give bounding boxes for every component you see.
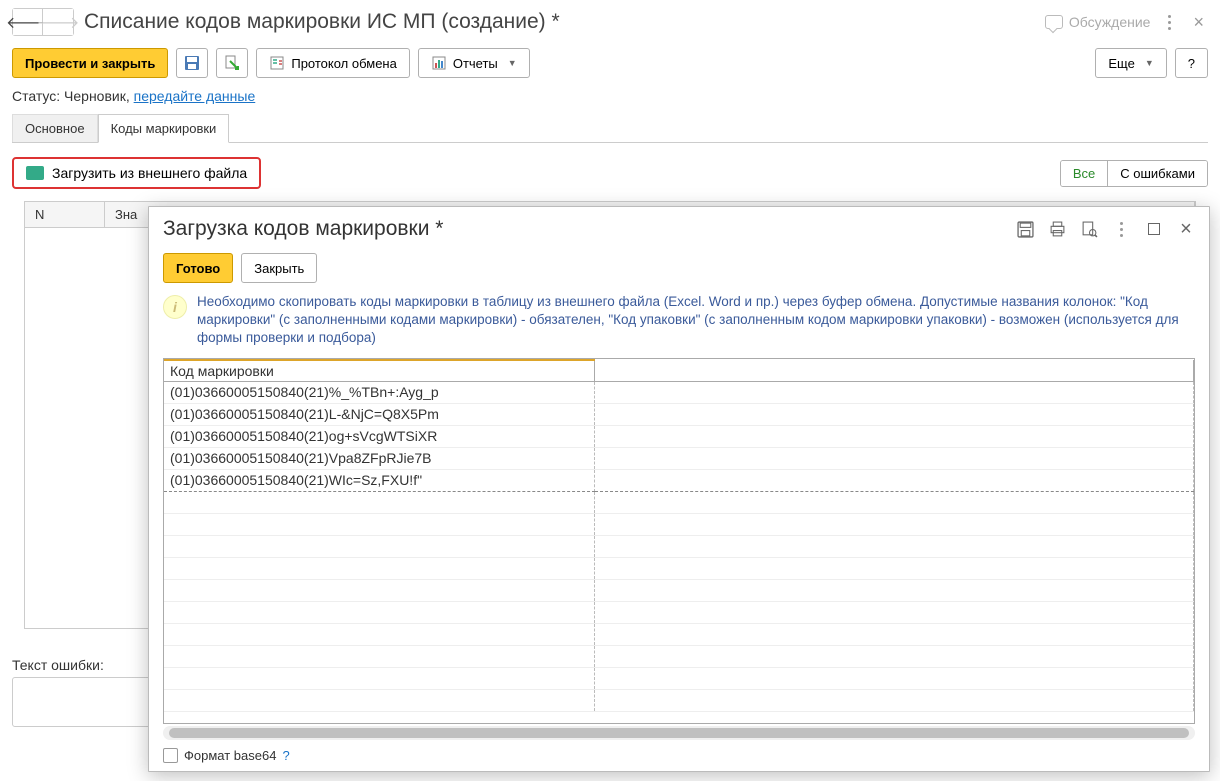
- filter-group: Все С ошибками: [1060, 160, 1208, 187]
- dialog-table[interactable]: Код маркировки (01)03660005150840(21)%_%…: [163, 358, 1195, 724]
- dialog-close-icon[interactable]: ×: [1177, 220, 1195, 238]
- discuss-label: Обсуждение: [1069, 14, 1151, 30]
- upload-dialog: Загрузка кодов маркировки * × Готово Зак…: [148, 206, 1210, 772]
- dialog-title: Загрузка кодов маркировки *: [163, 217, 1016, 241]
- file-icon: [26, 166, 44, 180]
- header: 🡐 🡒 Списание кодов маркировки ИС МП (соз…: [0, 0, 1220, 44]
- cell-code[interactable]: (01)03660005150840(21)og+sVcgWTSiXR: [164, 425, 594, 447]
- info-icon: i: [163, 295, 187, 319]
- cell-empty[interactable]: [594, 403, 1194, 425]
- tab-main[interactable]: Основное: [12, 114, 98, 142]
- protocol-button[interactable]: Протокол обмена: [256, 48, 410, 78]
- dialog-footer: Формат base64 ?: [149, 740, 1209, 771]
- column-marking-code[interactable]: Код маркировки: [164, 360, 594, 382]
- done-button[interactable]: Готово: [163, 253, 233, 283]
- reports-button[interactable]: Отчеты ▼: [418, 48, 530, 78]
- filter-errors-button[interactable]: С ошибками: [1108, 161, 1207, 186]
- save-button[interactable]: [176, 48, 208, 78]
- table-row[interactable]: [164, 623, 1194, 645]
- tabs: Основное Коды маркировки: [12, 114, 1208, 143]
- table-row[interactable]: [164, 689, 1194, 711]
- page-title: Списание кодов маркировки ИС МП (создани…: [84, 10, 1035, 34]
- cell-code[interactable]: (01)03660005150840(21)WIc=Sz,FXU!f": [164, 469, 594, 491]
- base64-checkbox[interactable]: [163, 748, 178, 763]
- info-panel: i Необходимо скопировать коды маркировки…: [149, 293, 1209, 358]
- chevron-down-icon: ▼: [508, 58, 517, 68]
- tab-codes[interactable]: Коды маркировки: [98, 114, 230, 143]
- table-row[interactable]: [164, 601, 1194, 623]
- post-and-close-button[interactable]: Провести и закрыть: [12, 48, 168, 78]
- upload-from-file-button[interactable]: Загрузить из внешнего файла: [12, 157, 261, 189]
- dialog-preview-icon[interactable]: [1080, 220, 1098, 238]
- help-button[interactable]: ?: [1175, 48, 1208, 78]
- table-row[interactable]: [164, 557, 1194, 579]
- more-label: Еще: [1108, 56, 1134, 71]
- horizontal-scrollbar[interactable]: [163, 726, 1195, 740]
- column-n[interactable]: N: [25, 202, 105, 227]
- cell-empty[interactable]: [594, 469, 1194, 491]
- reports-icon: [431, 55, 447, 71]
- table-row[interactable]: (01)03660005150840(21)L-&NjC=Q8X5Pm: [164, 403, 1194, 425]
- status-link[interactable]: передайте данные: [134, 88, 256, 104]
- dialog-save-icon[interactable]: [1016, 220, 1034, 238]
- nav-forward-button[interactable]: 🡒: [43, 9, 73, 35]
- status-row: Статус: Черновик, передайте данные: [0, 88, 1220, 114]
- cell-code[interactable]: (01)03660005150840(21)L-&NjC=Q8X5Pm: [164, 403, 594, 425]
- protocol-icon: [269, 55, 285, 71]
- table-row[interactable]: (01)03660005150840(21)WIc=Sz,FXU!f": [164, 469, 1194, 491]
- table-row[interactable]: (01)03660005150840(21)Vpa8ZFpRJie7B: [164, 447, 1194, 469]
- toolbar: Провести и закрыть Протокол обмена Отчет…: [0, 44, 1220, 88]
- reports-label: Отчеты: [453, 56, 498, 71]
- upload-label: Загрузить из внешнего файла: [52, 165, 247, 181]
- dialog-maximize-icon[interactable]: [1145, 220, 1163, 238]
- status-label: Статус:: [12, 88, 60, 104]
- post-icon: [224, 55, 240, 71]
- dialog-menu-icon[interactable]: [1112, 222, 1131, 237]
- save-icon: [184, 55, 200, 71]
- base64-help-icon[interactable]: ?: [282, 748, 289, 763]
- column-empty[interactable]: [594, 360, 1194, 382]
- filter-all-button[interactable]: Все: [1061, 161, 1108, 186]
- cell-code[interactable]: (01)03660005150840(21)Vpa8ZFpRJie7B: [164, 447, 594, 469]
- table-row[interactable]: [164, 645, 1194, 667]
- table-row[interactable]: [164, 579, 1194, 601]
- table-row[interactable]: (01)03660005150840(21)%_%TBn+:Ayg_p: [164, 381, 1194, 403]
- cell-empty[interactable]: [594, 447, 1194, 469]
- chevron-down-icon: ▼: [1145, 58, 1154, 68]
- post-button[interactable]: [216, 48, 248, 78]
- dialog-toolbar: Готово Закрыть: [149, 251, 1209, 293]
- dialog-header: Загрузка кодов маркировки * ×: [149, 207, 1209, 251]
- table-row[interactable]: [164, 535, 1194, 557]
- info-text: Необходимо скопировать коды маркировки в…: [197, 293, 1195, 348]
- base64-label: Формат base64: [184, 748, 276, 763]
- dialog-print-icon[interactable]: [1048, 220, 1066, 238]
- table-row[interactable]: (01)03660005150840(21)og+sVcgWTSiXR: [164, 425, 1194, 447]
- cell-empty[interactable]: [594, 425, 1194, 447]
- more-button[interactable]: Еще ▼: [1095, 48, 1166, 78]
- table-row[interactable]: [164, 491, 1194, 513]
- cell-empty[interactable]: [594, 381, 1194, 403]
- protocol-label: Протокол обмена: [291, 56, 397, 71]
- chat-icon: [1045, 15, 1063, 29]
- table-row[interactable]: [164, 667, 1194, 689]
- discuss-link[interactable]: Обсуждение: [1045, 14, 1151, 30]
- nav-arrows: 🡐 🡒: [12, 8, 74, 36]
- table-row[interactable]: [164, 513, 1194, 535]
- menu-dots-icon[interactable]: [1160, 15, 1179, 30]
- status-value: Черновик,: [64, 88, 130, 104]
- cell-code[interactable]: (01)03660005150840(21)%_%TBn+:Ayg_p: [164, 381, 594, 403]
- close-button[interactable]: Закрыть: [241, 253, 317, 283]
- close-icon[interactable]: ×: [1189, 12, 1208, 33]
